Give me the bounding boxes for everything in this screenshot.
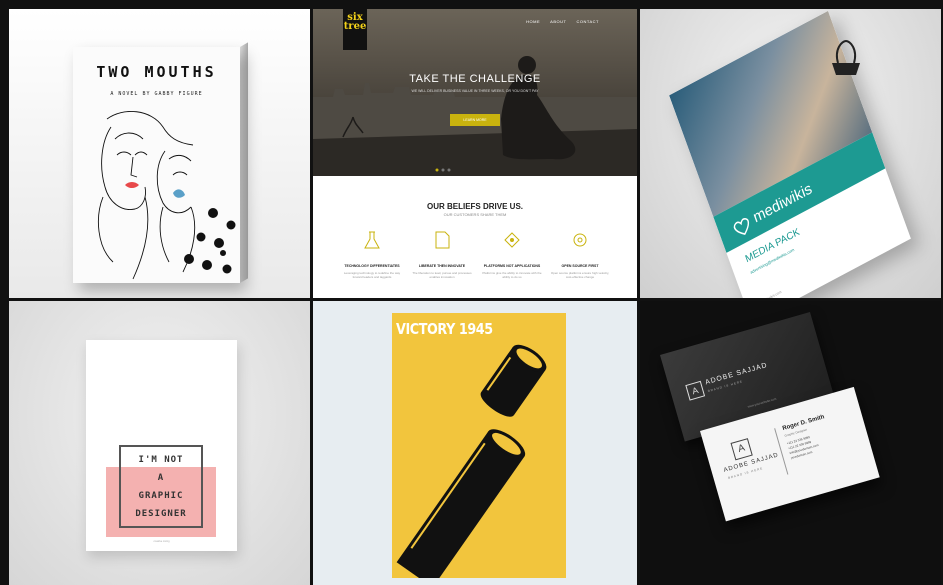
feature-text: Platforms give the ability to innovate w…: [482, 271, 542, 279]
poster-line: DESIGNER: [135, 509, 187, 519]
card-logo-mark: A: [730, 438, 753, 461]
bullet-illustration: [396, 344, 547, 578]
nav-contact[interactable]: CONTACT: [576, 19, 599, 24]
feature-title: OPEN SOURCE FIRST: [561, 264, 599, 268]
card-contact-info: +111 22 336 9999 +111 22 336 9999 info@y…: [786, 433, 820, 461]
brochure-url: mediwikis.com: [760, 289, 783, 298]
flask-icon: [364, 231, 380, 249]
poster-mockup-tile[interactable]: I'M NOT A GRAPHIC DESIGNER creative Livi…: [9, 301, 310, 585]
hero-title: TAKE THE CHALLENGE: [409, 73, 541, 85]
feature-item: TECHNOLOGY DIFFERENTIATES Leveraging tec…: [341, 229, 403, 279]
learn-more-button[interactable]: LEARN MORE: [450, 114, 500, 126]
section-title: OUR BELIEFS DRIVE US.: [426, 202, 523, 211]
website-mockup-tile[interactable]: six tree HOME ABOUT CONTACT TAKE THE CHA…: [313, 9, 637, 298]
business-card-tile[interactable]: A ADOBE SAJJAD BRAND IS HERE www.yourweb…: [640, 301, 941, 585]
victory-poster: VICTORY 1945: [392, 313, 566, 578]
brochure-mockup-tile[interactable]: mediwikis MEDIA PACK advertising@mediwik…: [640, 9, 941, 298]
book-cover: TWO MOUTHS A NOVEL BY GABBY FIGURE: [73, 47, 240, 283]
feature-title: PLATFORMS NOT APPLICATIONS: [483, 264, 541, 268]
victory-poster-tile[interactable]: VICTORY 1945: [313, 301, 637, 585]
network-icon: [504, 232, 520, 248]
book-mockup-tile[interactable]: TWO MOUTHS A NOVEL BY GABBY FIGURE: [9, 9, 310, 298]
card-website: www.yourwebsite.com: [747, 396, 777, 409]
poster-line: A: [157, 473, 165, 483]
feature-text: Open source platforms ensure high veloci…: [550, 271, 610, 279]
feature-title: LIBERATE THEN INNOVATE: [418, 264, 466, 268]
feature-text: Leveraging technology to redefine the wa…: [343, 271, 401, 279]
feature-item: OPEN SOURCE FIRST Open source platforms …: [549, 229, 611, 279]
brochure: mediwikis MEDIA PACK advertising@mediwik…: [669, 10, 911, 298]
poster-text: I'M NOT A GRAPHIC DESIGNER: [119, 451, 203, 523]
nav-about[interactable]: ABOUT: [550, 19, 566, 24]
gear-icon: [573, 233, 587, 247]
faces-illustration: [98, 111, 236, 280]
poster-line: GRAPHIC: [138, 491, 184, 501]
feature-item: PLATFORMS NOT APPLICATIONS Platforms giv…: [481, 229, 543, 279]
designer-poster: I'M NOT A GRAPHIC DESIGNER creative Livi…: [86, 340, 237, 551]
feature-text: The liberation to lead, pursue and proce…: [412, 271, 472, 279]
poster-line: I'M NOT: [138, 455, 184, 465]
feature-title: TECHNOLOGY DIFFERENTIATES: [344, 264, 400, 268]
document-icon: [435, 231, 450, 249]
hero-text: WE WILL DELIVER BUSINESS VALUE IN THREE …: [411, 89, 539, 93]
site-logo[interactable]: six tree: [343, 9, 367, 50]
binder-clip-icon: [832, 40, 860, 75]
section-subtitle: OUR CUSTOMERS SHARE THEM: [443, 212, 507, 217]
poster-footer: creative Living: [153, 540, 170, 543]
book-spine: [240, 42, 248, 284]
feature-item: LIBERATE THEN INNOVATE The liberation to…: [411, 229, 473, 279]
image-grid: TWO MOUTHS A NOVEL BY GABBY FIGURE six t…: [0, 0, 943, 585]
nav-home[interactable]: HOME: [526, 19, 540, 24]
hero-section: six tree HOME ABOUT CONTACT TAKE THE CHA…: [313, 9, 637, 176]
site-nav: HOME ABOUT CONTACT: [526, 19, 599, 24]
card-logo-mark: A: [685, 380, 706, 401]
